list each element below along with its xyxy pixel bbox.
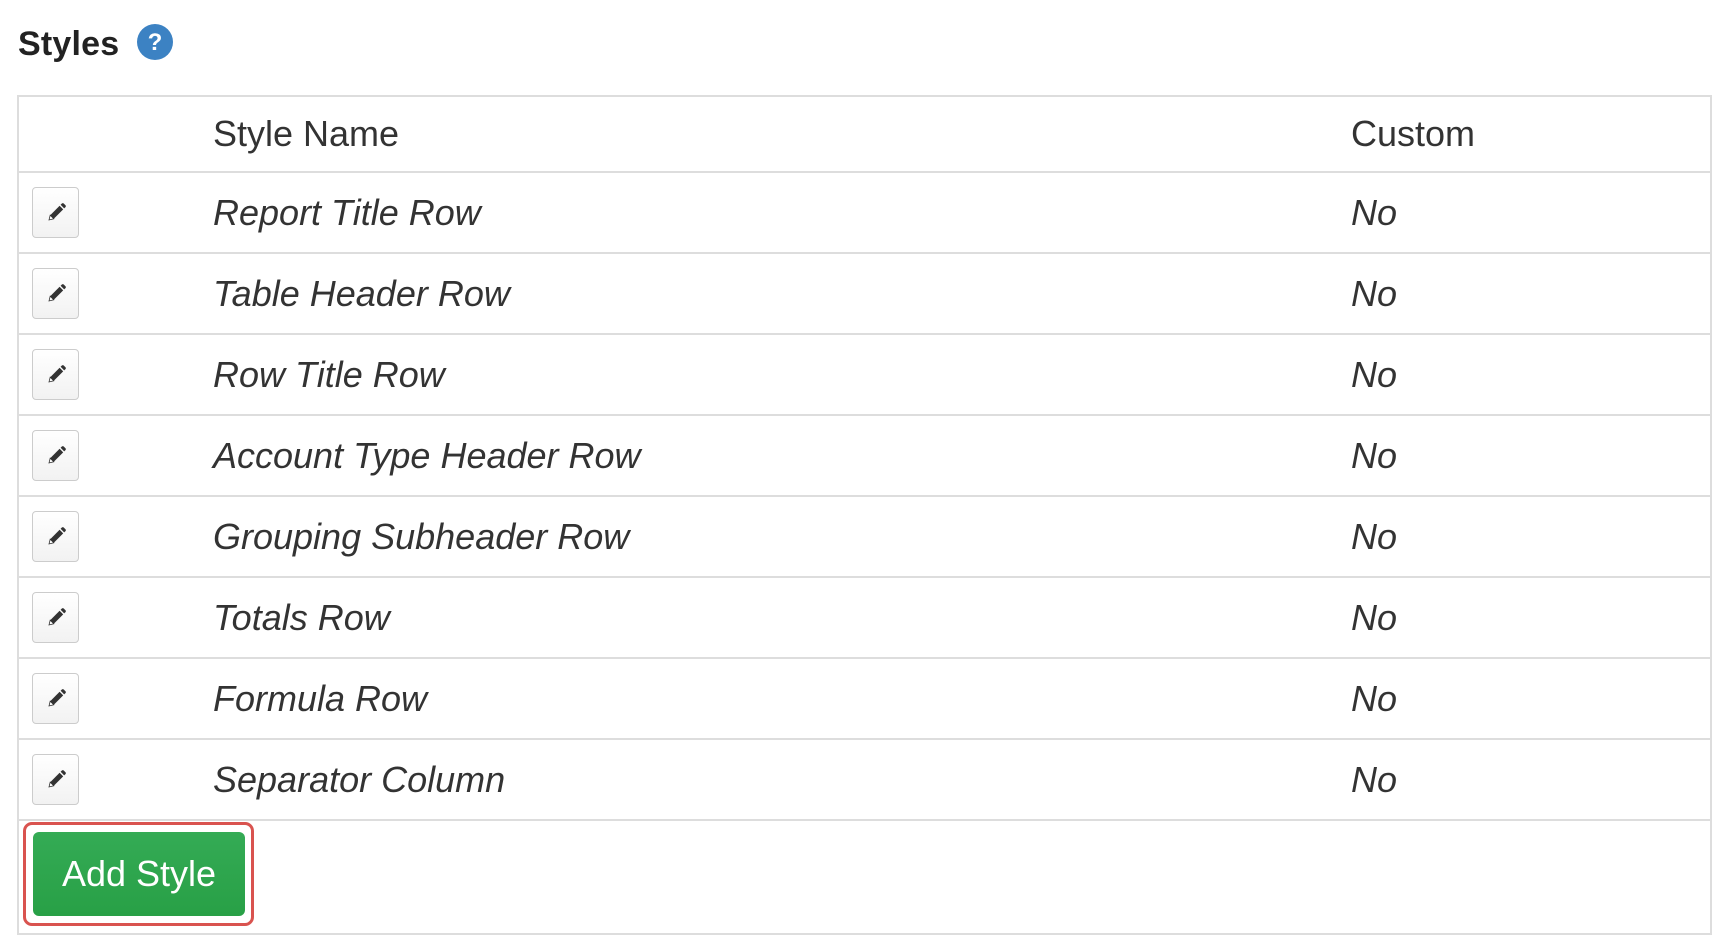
style-name: Row Title Row bbox=[213, 354, 445, 395]
pencil-icon bbox=[47, 769, 66, 788]
question-circle-icon[interactable]: ? bbox=[137, 24, 174, 60]
style-custom: No bbox=[1351, 273, 1398, 314]
table-row: Row Title Row No bbox=[19, 335, 1710, 416]
section-header: Styles ? bbox=[18, 22, 174, 66]
style-name: Totals Row bbox=[213, 597, 390, 638]
style-custom: No bbox=[1351, 192, 1398, 233]
style-custom: No bbox=[1351, 516, 1398, 557]
pencil-icon bbox=[47, 283, 66, 302]
pencil-icon bbox=[47, 526, 66, 545]
style-custom: No bbox=[1351, 354, 1398, 395]
table-row: Totals Row No bbox=[19, 578, 1710, 659]
table-row: Table Header Row No bbox=[19, 254, 1710, 335]
style-custom: No bbox=[1351, 759, 1398, 800]
pencil-icon bbox=[47, 607, 66, 626]
edit-style-button[interactable] bbox=[32, 754, 79, 805]
table-row: Account Type Header Row No bbox=[19, 416, 1710, 497]
column-header-style-name: Style Name bbox=[213, 113, 400, 154]
edit-style-button[interactable] bbox=[32, 349, 79, 400]
section-title: Styles bbox=[18, 24, 120, 63]
style-name: Report Title Row bbox=[213, 192, 481, 233]
edit-style-button[interactable] bbox=[32, 187, 79, 238]
style-name: Table Header Row bbox=[213, 273, 510, 314]
table-row: Grouping Subheader Row No bbox=[19, 497, 1710, 578]
style-name: Separator Column bbox=[213, 759, 506, 800]
table-footer: Add Style bbox=[19, 821, 1710, 933]
edit-style-button[interactable] bbox=[32, 268, 79, 319]
edit-style-button[interactable] bbox=[32, 430, 79, 481]
svg-text:?: ? bbox=[148, 29, 163, 56]
pencil-icon bbox=[47, 202, 66, 221]
styles-table: Style Name Custom Report Title Row No Ta… bbox=[17, 95, 1712, 935]
style-name: Grouping Subheader Row bbox=[213, 516, 630, 557]
add-style-button[interactable]: Add Style bbox=[33, 832, 245, 916]
edit-style-button[interactable] bbox=[32, 673, 79, 724]
pencil-icon bbox=[47, 688, 66, 707]
table-row: Separator Column No bbox=[19, 740, 1710, 821]
table-row: Formula Row No bbox=[19, 659, 1710, 740]
column-header-custom: Custom bbox=[1351, 113, 1476, 154]
pencil-icon bbox=[47, 364, 66, 383]
style-custom: No bbox=[1351, 678, 1398, 719]
style-custom: No bbox=[1351, 435, 1398, 476]
table-header-row: Style Name Custom bbox=[19, 97, 1710, 173]
style-name: Account Type Header Row bbox=[213, 435, 641, 476]
style-name: Formula Row bbox=[213, 678, 428, 719]
table-row: Report Title Row No bbox=[19, 173, 1710, 254]
edit-style-button[interactable] bbox=[32, 592, 79, 643]
edit-style-button[interactable] bbox=[32, 511, 79, 562]
style-custom: No bbox=[1351, 597, 1398, 638]
table-body: Report Title Row No Table Header Row No bbox=[19, 173, 1710, 821]
pencil-icon bbox=[47, 445, 66, 464]
